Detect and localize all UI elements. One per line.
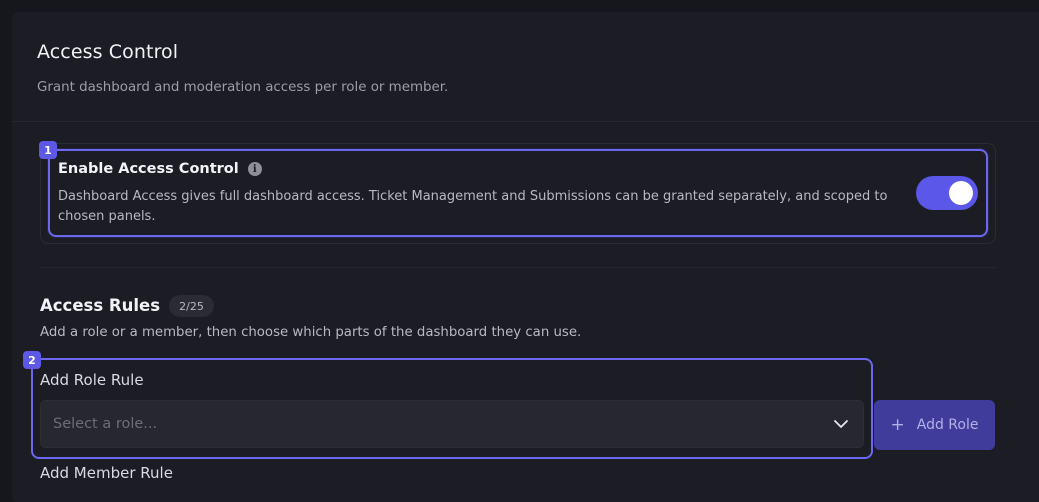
- add-role-rule-label: Add Role Rule: [40, 371, 144, 389]
- add-role-button[interactable]: + Add Role: [874, 400, 995, 450]
- annotation-badge-1: 1: [39, 141, 57, 159]
- plus-icon: +: [890, 415, 905, 435]
- annotation-badge-2: 2: [23, 351, 41, 369]
- enable-access-toggle[interactable]: [916, 176, 978, 210]
- info-icon[interactable]: i: [247, 162, 262, 176]
- add-member-rule-label: Add Member Rule: [40, 464, 173, 482]
- rules-count-badge: 2/25: [169, 295, 214, 317]
- role-select[interactable]: Select a role...: [40, 400, 864, 448]
- access-rules-description: Add a role or a member, then choose whic…: [40, 325, 582, 340]
- section-divider: [40, 267, 996, 268]
- chevron-down-icon: [834, 420, 848, 428]
- page-title: Access Control: [37, 41, 179, 63]
- page-subtitle: Grant dashboard and moderation access pe…: [37, 80, 449, 95]
- enable-access-title: Enable Access Control i: [58, 161, 262, 177]
- role-select-placeholder: Select a role...: [53, 416, 158, 432]
- add-role-button-label: Add Role: [916, 417, 979, 433]
- access-rules-title: Access Rules: [40, 296, 161, 315]
- panel-header: Access Control Grant dashboard and moder…: [12, 12, 1039, 122]
- enable-access-label: Enable Access Control: [58, 161, 239, 177]
- access-control-panel: Access Control Grant dashboard and moder…: [12, 12, 1039, 502]
- enable-access-description: Dashboard Access gives full dashboard ac…: [58, 189, 888, 224]
- toggle-knob: [949, 181, 973, 205]
